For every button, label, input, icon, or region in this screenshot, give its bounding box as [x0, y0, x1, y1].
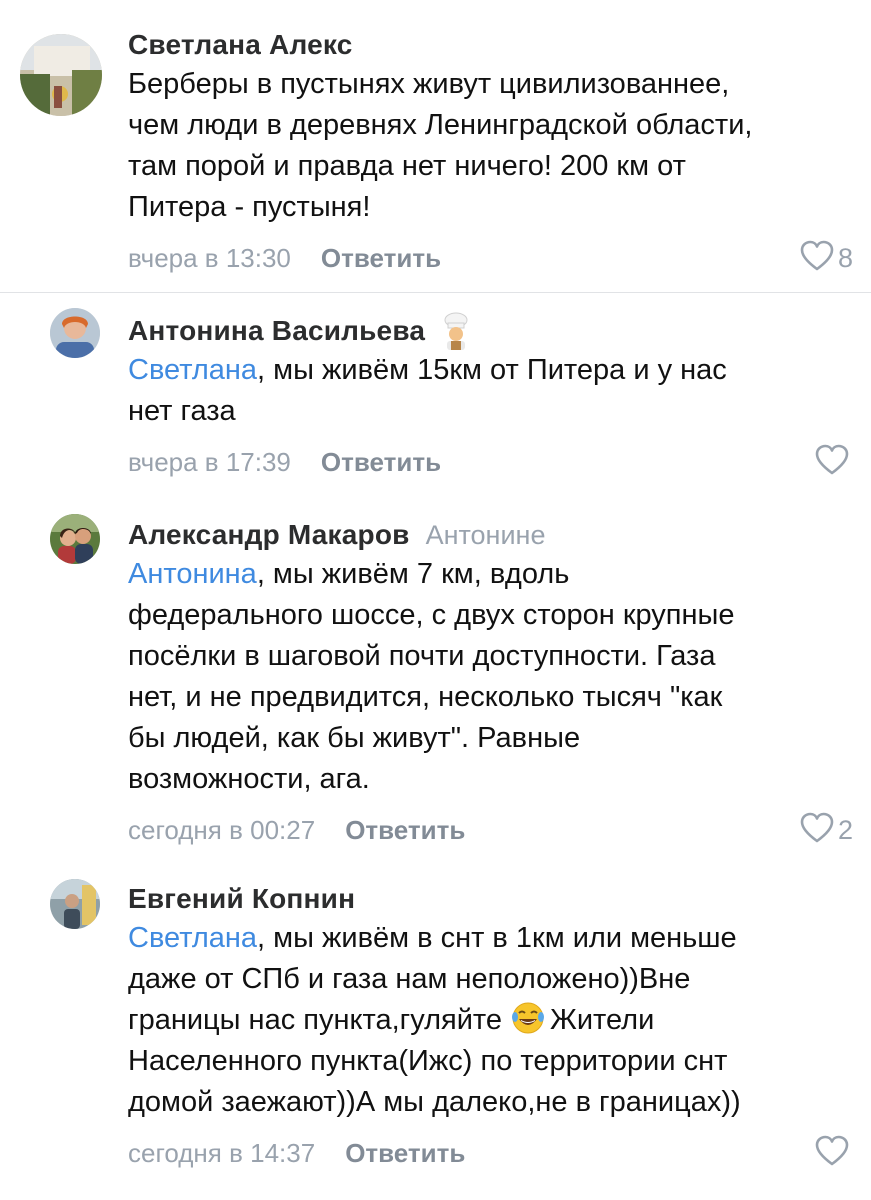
heart-icon: [800, 240, 834, 277]
comment-time: сегодня в 00:27: [128, 814, 316, 845]
like-button[interactable]: 8: [800, 240, 853, 277]
reply-button[interactable]: Ответить: [345, 815, 465, 846]
reply-to-link[interactable]: Антонине: [426, 520, 546, 551]
heart-icon: [815, 444, 849, 481]
heart-icon: [815, 1135, 849, 1172]
comment-time: вчера в 13:30: [128, 242, 291, 273]
like-button[interactable]: [815, 444, 853, 481]
author-name[interactable]: Евгений Копнин: [128, 883, 355, 915]
avatar[interactable]: [50, 879, 100, 929]
like-button[interactable]: [815, 1135, 853, 1172]
author-name[interactable]: Светлана Алекс: [128, 29, 352, 61]
comment-time: сегодня в 14:37: [128, 1137, 316, 1168]
reply-button[interactable]: Ответить: [345, 1138, 465, 1169]
avatar[interactable]: [20, 34, 102, 116]
avatar[interactable]: [50, 514, 100, 564]
mention-link[interactable]: Светлана: [128, 922, 257, 954]
heart-icon: [800, 812, 834, 849]
avatar[interactable]: [50, 308, 100, 358]
author-name[interactable]: Антонина Васильева: [128, 315, 425, 347]
mention-link[interactable]: Антонина: [128, 558, 257, 590]
like-count: 2: [837, 815, 853, 845]
reply-button[interactable]: Ответить: [321, 243, 441, 274]
comment-time: вчера в 17:39: [128, 446, 291, 477]
mention-link[interactable]: Светлана: [128, 354, 257, 386]
divider: [0, 292, 871, 293]
author-name[interactable]: Александр Макаров: [128, 519, 410, 551]
tears-of-joy-emoji-icon: [510, 1001, 546, 1035]
like-count: 8: [837, 243, 853, 273]
cook-emoji-icon: [439, 312, 473, 350]
reply-button[interactable]: Ответить: [321, 447, 441, 478]
comment-text: Берберы в пустынях живут цивилизованнее,…: [128, 68, 753, 223]
comment-text: , мы живём 7 км, вдоль федерального шосс…: [128, 558, 735, 795]
like-button[interactable]: 2: [800, 812, 853, 849]
